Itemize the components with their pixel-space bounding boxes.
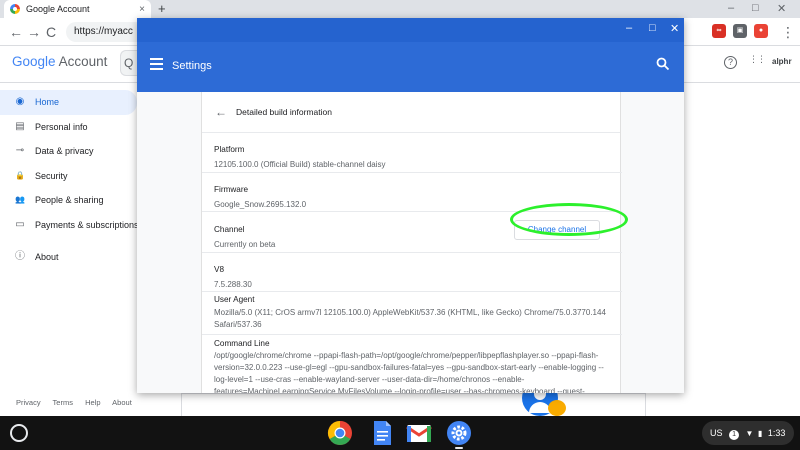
lock-icon: 🔒 — [15, 170, 25, 180]
sidebar-item-label: About — [35, 252, 59, 263]
row-key: Command Line — [214, 339, 270, 348]
settings-app-icon[interactable] — [446, 420, 472, 446]
sidebar-item-people-sharing[interactable]: 👥 People & sharing — [0, 188, 140, 213]
row-value: 12105.100.0 (Official Build) stable-chan… — [214, 160, 386, 169]
avatar[interactable]: alphr — [772, 57, 792, 66]
settings-title: Settings — [172, 60, 212, 72]
account-search-field[interactable]: Q — [120, 50, 138, 76]
extension-icon-2[interactable]: ▣ — [733, 24, 747, 38]
page-title: Detailed build information — [236, 107, 332, 117]
info-row-command-line: Command Line /opt/google/chrome/chrome -… — [202, 335, 622, 393]
gmail-app-icon[interactable] — [406, 420, 432, 446]
credit-card-icon: ▭ — [15, 218, 25, 230]
footer-link-privacy[interactable]: Privacy — [16, 398, 41, 407]
back-arrow-icon[interactable]: ← — [215, 105, 229, 119]
sidebar-item-label: Data & privacy — [35, 146, 94, 157]
info-row-v8: V8 7.5.288.30 — [202, 253, 622, 292]
close-window-icon[interactable]: ✕ — [777, 2, 786, 15]
illustration-badge — [548, 400, 566, 416]
build-info-card: ← Detailed build information Platform 12… — [201, 92, 622, 393]
footer-link-terms[interactable]: Terms — [53, 398, 73, 407]
apps-grid-icon[interactable]: ⋮⋮ — [749, 54, 766, 65]
settings-titlebar: – □ ✕ — [137, 18, 684, 42]
settings-header: Settings — [137, 42, 684, 92]
menu-kebab-icon[interactable]: ⋮ — [781, 23, 795, 41]
annotation-highlight-ellipse — [510, 203, 628, 236]
settings-maximize-icon[interactable]: □ — [649, 22, 656, 34]
help-icon[interactable]: ? — [724, 54, 737, 69]
sidebar-item-label: Security — [35, 170, 68, 181]
sidebar-item-security[interactable]: 🔒 Security — [0, 164, 140, 189]
tab-title: Google Account — [26, 4, 90, 14]
new-tab-button[interactable]: + — [158, 0, 166, 18]
row-value: Currently on beta — [214, 240, 276, 249]
row-value: 7.5.288.30 — [214, 280, 252, 289]
tab-strip: Google Account × + – □ ✕ — [0, 0, 800, 18]
footer-link-help[interactable]: Help — [85, 398, 100, 407]
sidebar-item-payments[interactable]: ▭ Payments & subscriptions — [0, 213, 140, 238]
google-account-logo[interactable]: Google Account — [12, 54, 107, 69]
sidebar-item-about[interactable]: ⓘ About — [0, 245, 140, 270]
hamburger-menu-icon[interactable] — [150, 58, 163, 73]
address-bar[interactable]: https://myacc — [66, 22, 146, 42]
info-icon: ⓘ — [15, 251, 25, 263]
chromeos-shelf: US 1 ▼ ▮ 1:33 — [0, 416, 800, 450]
minimize-icon[interactable]: – — [728, 2, 734, 14]
info-row-platform: Platform 12105.100.0 (Official Build) st… — [202, 133, 622, 173]
sidebar-item-label: Personal info — [35, 121, 88, 132]
settings-minimize-icon[interactable]: – — [626, 22, 632, 34]
tab-google-account[interactable]: Google Account × — [4, 0, 151, 18]
restore-icon[interactable]: □ — [752, 2, 759, 14]
account-card-fragment — [181, 393, 646, 416]
row-key: V8 — [214, 265, 225, 274]
sidebar-item-home[interactable]: ◉ Home — [0, 90, 137, 115]
url-text: https://myacc — [74, 26, 133, 37]
toggle-icon: ⊸ — [15, 145, 25, 157]
footer-link-about[interactable]: About — [112, 398, 132, 407]
status-tray[interactable]: US 1 ▼ ▮ 1:33 — [702, 421, 794, 445]
sidebar-item-label: Home — [35, 97, 60, 108]
row-value: Mozilla/5.0 (X11; CrOS armv7l 12105.100.… — [214, 308, 606, 329]
locale-indicator: US — [710, 428, 723, 438]
id-card-icon: ▤ — [15, 120, 25, 132]
footer-links: Privacy Terms Help About — [16, 398, 142, 407]
notification-count-badge: 1 — [729, 430, 740, 440]
card-header: ← Detailed build information — [202, 92, 620, 133]
tab-close-icon[interactable]: × — [139, 4, 145, 15]
logo-account: Account — [58, 54, 108, 69]
battery-icon: ▮ — [757, 429, 763, 438]
sidebar-item-label: Payments & subscriptions — [35, 219, 139, 230]
launcher-icon[interactable] — [10, 424, 28, 442]
account-circle-icon: ◉ — [15, 96, 25, 108]
logo-google: Google — [12, 54, 56, 69]
row-key: Firmware — [214, 185, 249, 194]
sidebar-item-label: People & sharing — [35, 195, 104, 206]
reload-icon[interactable]: C — [46, 23, 56, 41]
docs-app-icon[interactable] — [369, 420, 395, 446]
info-row-user-agent: User Agent Mozilla/5.0 (X11; CrOS armv7l… — [202, 292, 622, 335]
search-icon: Q — [124, 56, 134, 70]
chrome-app-icon[interactable] — [327, 420, 353, 446]
extension-icon-3[interactable]: ● — [754, 24, 768, 38]
account-sidebar: ◉ Home ▤ Personal info ⊸ Data & privacy … — [0, 90, 140, 270]
sidebar-item-personal-info[interactable]: ▤ Personal info — [0, 115, 140, 140]
forward-icon[interactable]: → — [27, 23, 41, 41]
row-key: Platform — [214, 145, 245, 154]
google-g-icon — [10, 4, 20, 14]
clock-time: 1:33 — [767, 428, 786, 438]
people-icon: 👥 — [15, 195, 25, 205]
extension-icon-1[interactable]: ∞ — [712, 24, 726, 38]
row-key: User Agent — [214, 295, 255, 304]
wifi-icon: ▼ — [745, 429, 754, 438]
settings-close-icon[interactable]: ✕ — [670, 22, 679, 35]
row-value: /opt/google/chrome/chrome --ppapi-flash-… — [214, 351, 604, 393]
search-icon[interactable] — [656, 57, 670, 71]
running-indicator — [455, 447, 463, 449]
sidebar-item-data-privacy[interactable]: ⊸ Data & privacy — [0, 139, 140, 164]
back-icon[interactable]: ← — [9, 23, 23, 41]
